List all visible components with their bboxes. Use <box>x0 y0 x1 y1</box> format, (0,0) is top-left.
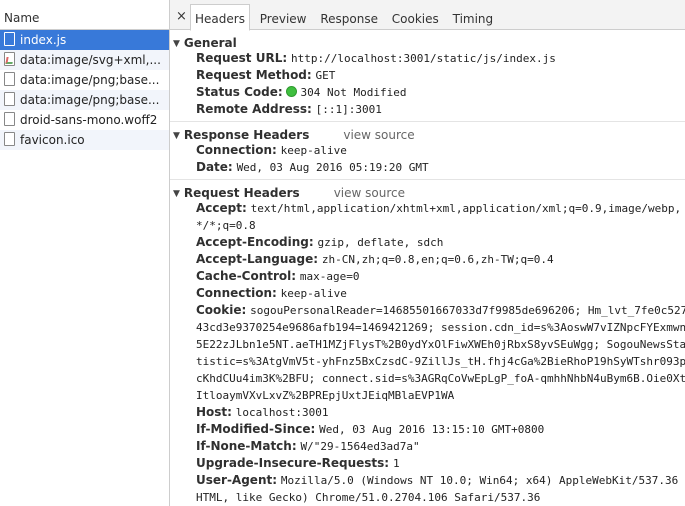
details-panel: × Headers Preview Response Cookies Timin… <box>170 0 685 506</box>
accept-row: Accept: text/html,application/xhtml+xml,… <box>196 201 682 215</box>
request-connection-row: Connection: keep-alive <box>196 286 347 300</box>
request-method-row: Request Method: GET <box>196 68 336 82</box>
triangle-down-icon: ▼ <box>173 131 180 141</box>
host-row: Host: localhost:3001 <box>196 405 329 419</box>
accept-language-row: Accept-Language: zh-CN,zh;q=0.8,en;q=0.6… <box>196 252 554 266</box>
request-headers-section-toggle[interactable]: ▼ Request Headers view source <box>170 180 685 200</box>
cookie-row-cont: ItloaymVXvLxvZ%2BPREpjUxtJEiqMBlaEVP1WA <box>196 389 455 402</box>
if-none-match-row: If-None-Match: W/"29-1564ed3ad7a" <box>196 439 420 453</box>
file-row-png-2[interactable]: data:image/png;base... <box>0 90 169 110</box>
tab-preview[interactable]: Preview <box>256 4 311 29</box>
triangle-down-icon: ▼ <box>173 39 180 49</box>
upgrade-insecure-requests-row: Upgrade-Insecure-Requests: 1 <box>196 456 400 470</box>
tab-response[interactable]: Response <box>316 4 382 29</box>
file-row-index-js[interactable]: index.js <box>0 30 169 50</box>
accept-row-cont: */*;q=0.8 <box>196 219 256 232</box>
user-agent-row-cont: HTML, like Gecko) Chrome/51.0.2704.106 S… <box>196 491 541 504</box>
close-icon[interactable]: × <box>176 10 187 23</box>
details-tabs: Headers Preview Response Cookies Timing <box>190 4 499 31</box>
cookie-row-cont: tistic=s%3AtgVmV5t-yhFnz5BxCzsdC-9ZillJs… <box>196 355 685 368</box>
file-icon <box>4 32 15 46</box>
general-section-toggle[interactable]: ▼ General <box>170 30 685 50</box>
request-headers-title: Request Headers <box>183 186 300 200</box>
accept-encoding-row: Accept-Encoding: gzip, deflate, sdch <box>196 235 444 249</box>
response-headers-section-toggle[interactable]: ▼ Response Headers view source <box>170 122 685 142</box>
tab-headers[interactable]: Headers <box>190 4 250 31</box>
cookie-row-cont: 5E22zJLbn1e5NT.aeTH1MZjFlysT%2B0ydYxOlFi… <box>196 338 685 351</box>
user-agent-row: User-Agent: Mozilla/5.0 (Windows NT 10.0… <box>196 473 685 487</box>
status-ok-icon <box>286 86 298 97</box>
name-column-header[interactable]: Name <box>0 0 169 30</box>
headers-content: ▼ General Request URL: http://localhost:3… <box>170 30 685 506</box>
file-row-png-1[interactable]: data:image/png;base... <box>0 70 169 90</box>
file-icon <box>4 72 15 86</box>
if-modified-since-row: If-Modified-Since: Wed, 03 Aug 2016 13:1… <box>196 422 545 436</box>
tab-timing[interactable]: Timing <box>449 4 498 29</box>
file-icon <box>4 132 15 146</box>
general-title: General <box>183 36 237 50</box>
tab-cookies[interactable]: Cookies <box>388 4 443 29</box>
cookie-row-cont: cKhdCUu4im3K%2BFU; connect.sid=s%3AGRqCo… <box>196 372 685 385</box>
request-view-source-link[interactable]: view source <box>334 186 405 200</box>
response-date-row: Date: Wed, 03 Aug 2016 05:19:20 GMT <box>196 160 429 174</box>
cookie-row: Cookie: sogouPersonalReader=146855016670… <box>196 303 685 317</box>
file-row-woff2[interactable]: droid-sans-mono.woff2 <box>0 110 169 130</box>
file-icon <box>4 92 15 106</box>
image-file-icon <box>4 52 15 66</box>
response-headers-title: Response Headers <box>183 128 310 142</box>
file-row-favicon[interactable]: favicon.ico <box>0 130 169 150</box>
status-code-row: Status Code: 304 Not Modified <box>196 85 407 99</box>
file-icon <box>4 112 15 126</box>
cache-control-row: Cache-Control: max-age=0 <box>196 269 360 283</box>
request-list-panel: Name index.js data:image/svg+xml,... dat… <box>0 0 170 506</box>
cookie-row-cont: 43cd3e9370254e9686afb194=1469421269; ses… <box>196 321 685 334</box>
file-row-svg[interactable]: data:image/svg+xml,... <box>0 50 169 70</box>
details-tabbar: × Headers Preview Response Cookies Timin… <box>170 0 685 31</box>
request-url-row: Request URL: http://localhost:3001/stati… <box>196 51 556 65</box>
file-list: index.js data:image/svg+xml,... data:ima… <box>0 30 169 150</box>
remote-address-row: Remote Address: [::1]:3001 <box>196 102 382 116</box>
triangle-down-icon: ▼ <box>173 189 180 199</box>
response-view-source-link[interactable]: view source <box>343 128 414 142</box>
response-connection-row: Connection: keep-alive <box>196 143 347 157</box>
